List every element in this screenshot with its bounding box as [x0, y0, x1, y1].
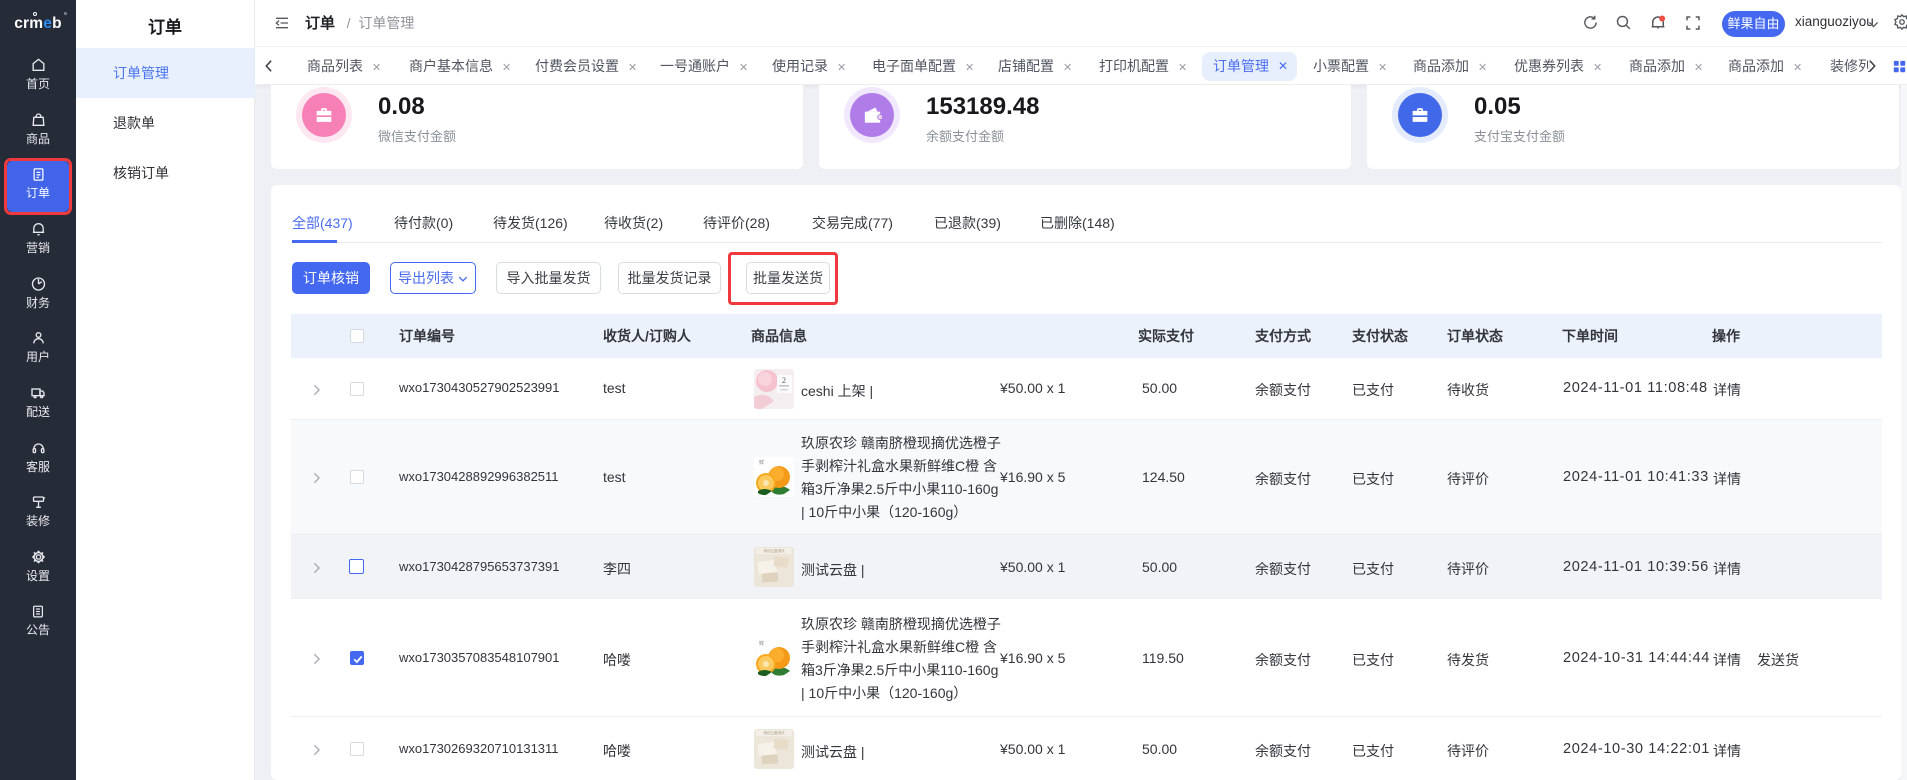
svg-text:2: 2 — [782, 376, 786, 385]
svg-text:测试云盘测试: 测试云盘测试 — [764, 730, 785, 735]
svg-text:鲜: 鲜 — [759, 640, 764, 647]
svg-text:测试云盘测试: 测试云盘测试 — [764, 548, 785, 553]
svg-text:鲜: 鲜 — [759, 459, 764, 466]
